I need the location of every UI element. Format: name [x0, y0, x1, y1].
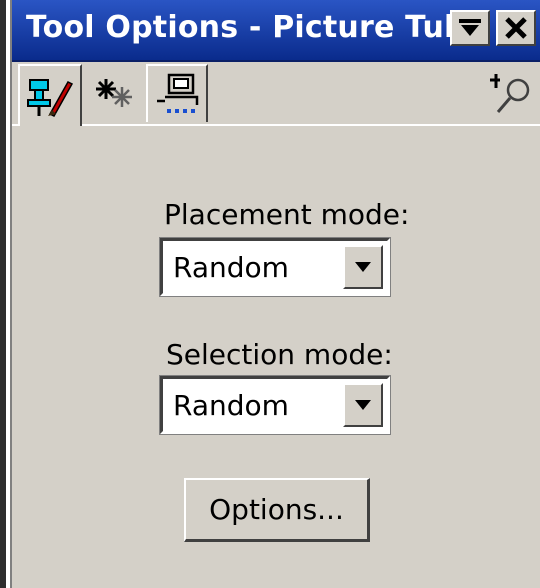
- selection-mode-label: Selection mode:: [166, 338, 393, 371]
- brush-pin-icon: [27, 79, 74, 117]
- close-icon: [505, 17, 527, 39]
- selection-mode-value: Random: [173, 389, 289, 422]
- tab-brush-variance[interactable]: [84, 64, 144, 122]
- placement-mode-dropdown-button[interactable]: [343, 245, 383, 289]
- tool-options-panel: Placement mode: Random Selection mode: R…: [12, 126, 540, 588]
- rollup-button[interactable]: [450, 10, 490, 46]
- tab-tool-options[interactable]: [18, 64, 82, 126]
- close-button[interactable]: [496, 10, 536, 46]
- chevron-down-icon: [355, 262, 371, 272]
- placement-mode-label: Placement mode:: [164, 198, 410, 231]
- auto-hide-pin-icon: [490, 74, 530, 113]
- rollup-icon: [459, 19, 481, 36]
- placement-mode-value: Random: [173, 251, 289, 284]
- tablet-icon: [157, 73, 199, 113]
- sparkle-icon: [96, 79, 132, 107]
- tab-tablet[interactable]: [146, 64, 208, 122]
- options-button[interactable]: Options...: [184, 478, 370, 542]
- selection-mode-dropdown-button[interactable]: [343, 383, 383, 427]
- chevron-down-icon: [355, 400, 371, 410]
- selection-mode-select[interactable]: Random: [159, 375, 391, 435]
- tab-strip: [12, 62, 540, 126]
- window-title: Tool Options - Picture Tube: [26, 10, 466, 45]
- placement-mode-select[interactable]: Random: [159, 237, 391, 297]
- auto-hide-pin-button[interactable]: [488, 70, 534, 116]
- title-bar[interactable]: Tool Options - Picture Tube: [12, 0, 540, 62]
